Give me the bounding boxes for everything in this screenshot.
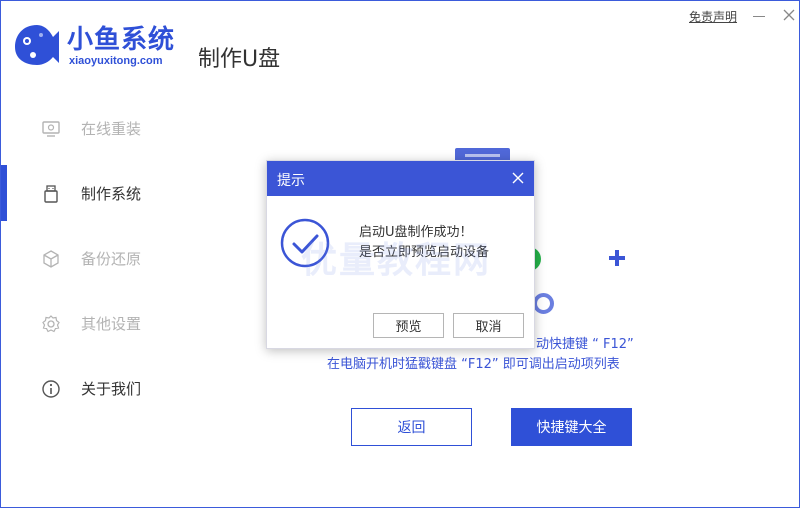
sidebar-item-online-reinstall[interactable]: 在线重装 [1,97,201,157]
gear-icon [42,315,60,333]
usb-icon [44,185,58,203]
sidebar-item-other-settings[interactable]: 其他设置 [1,292,201,352]
ring-graphic [533,293,554,314]
cube-icon [43,250,59,268]
sidebar-item-label: 在线重装 [81,120,142,138]
brand-name: 小鱼系统 [67,25,176,55]
hotkey-hint-line-2: 在电脑开机时猛戳键盘 “F12” 即可调出启动项列表 [327,357,620,372]
hotkey-hint-line-1: 动快捷键 “ F12” [536,337,634,352]
minimize-button[interactable] [749,5,769,25]
sidebar-item-about-us[interactable]: 关于我们 [1,357,201,417]
prompt-dialog: 提示 启动U盘制作成功！ 是否立即预览启动设备 预览 取消 [266,160,535,349]
close-icon[interactable] [510,170,526,186]
page-title: 制作U盘 [198,47,281,72]
back-button[interactable]: 返回 [351,408,472,446]
sidebar-item-label: 备份还原 [81,250,142,268]
disclaimer-link[interactable]: 免责声明 [689,8,737,25]
dialog-message-line-2: 是否立即预览启动设备 [359,245,490,260]
window-close-icon[interactable] [779,5,799,25]
brand: 小鱼系统 xiaoyuxitong.com [67,25,175,67]
sidebar-item-make-system[interactable]: 制作系统 [1,162,201,222]
info-icon [42,380,60,398]
monitor-icon [42,121,60,137]
sidebar-item-backup-restore[interactable]: 备份还原 [1,227,201,287]
sidebar-item-label: 制作系统 [81,185,142,203]
dialog-title: 提示 [277,173,305,189]
fish-logo-icon [15,25,59,65]
sidebar-item-label: 关于我们 [81,380,142,398]
cancel-button[interactable]: 取消 [453,313,524,338]
dialog-message-line-1: 启动U盘制作成功！ [359,225,473,240]
app-window: 小鱼系统 xiaoyuxitong.com 制作U盘 免责声明 在线重装 制作系… [0,0,800,508]
dialog-header: 提示 [267,161,534,196]
preview-button[interactable]: 预览 [373,313,444,338]
brand-url: xiaoyuxitong.com [69,55,163,67]
plus-icon [607,248,627,268]
hotkeys-list-button[interactable]: 快捷键大全 [511,408,632,446]
check-circle-icon [280,218,330,268]
sidebar-item-label: 其他设置 [81,315,142,333]
